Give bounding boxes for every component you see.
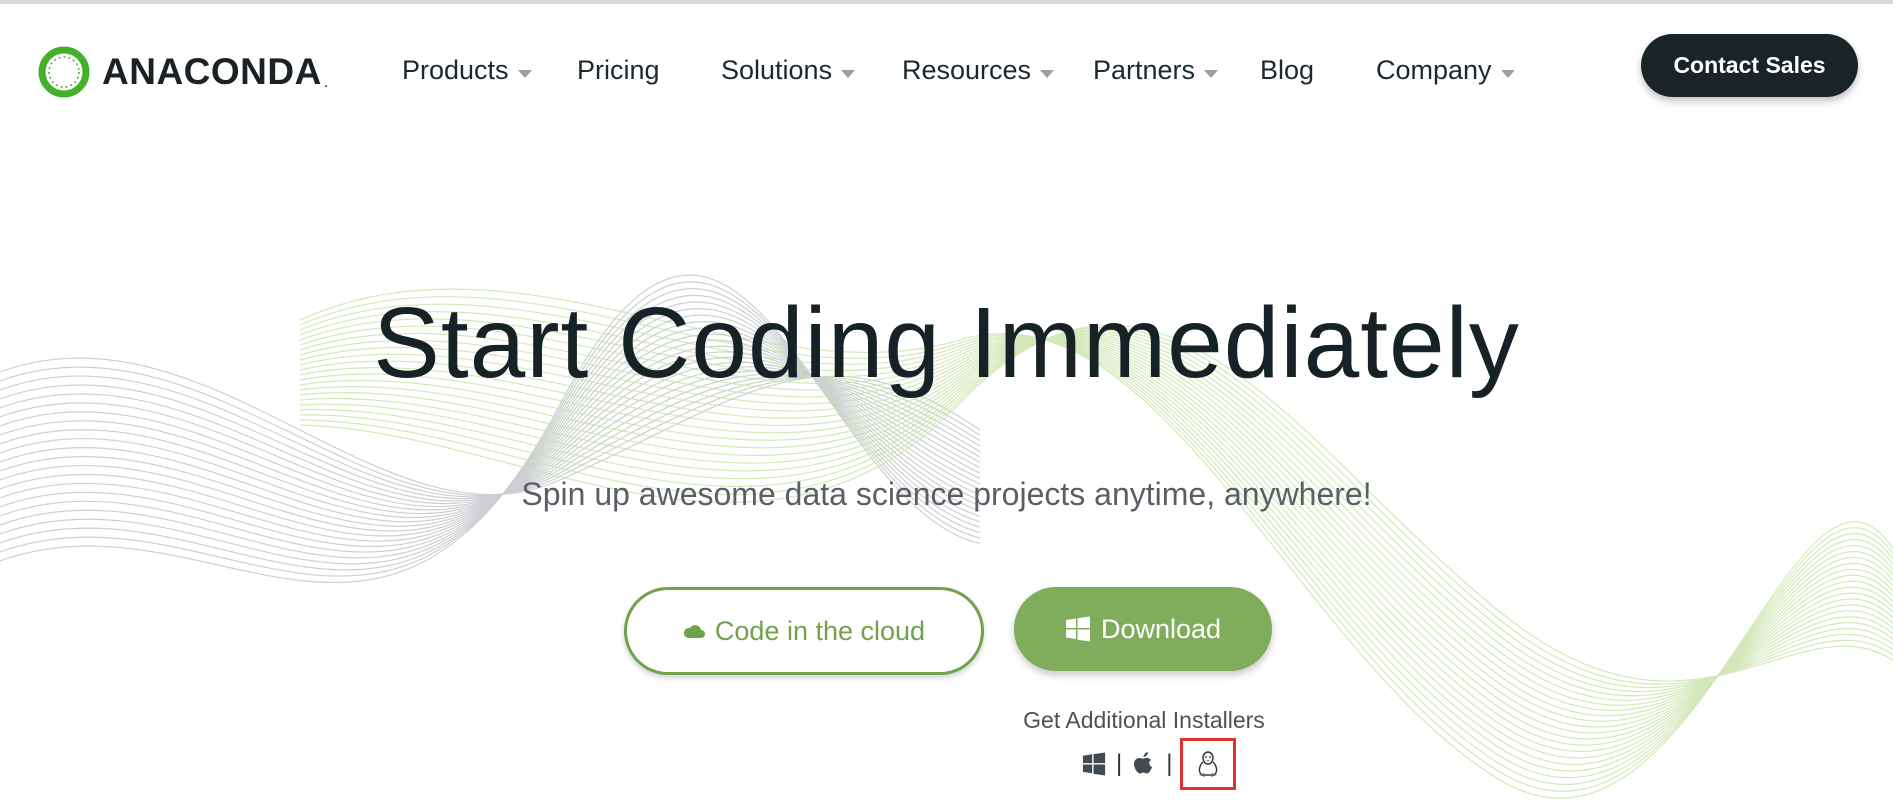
nav-partners[interactable]: Partners bbox=[1093, 48, 1219, 92]
chevron-down-icon bbox=[1500, 70, 1515, 78]
windows-installer-link[interactable] bbox=[1080, 750, 1108, 778]
code-in-cloud-label: Code in the cloud bbox=[714, 615, 926, 646]
nav-solutions-label: Solutions bbox=[721, 54, 833, 85]
chevron-down-icon bbox=[1204, 70, 1219, 78]
additional-installers-label: Get Additional Installers bbox=[1023, 707, 1265, 733]
chevron-down-icon bbox=[1040, 70, 1055, 78]
chevron-down-icon bbox=[517, 70, 532, 78]
anaconda-logo[interactable]: ANACONDA . bbox=[36, 42, 328, 102]
nav-resources[interactable]: Resources bbox=[902, 48, 1055, 92]
hero-subtitle: Spin up awesome data science projects an… bbox=[521, 476, 1372, 512]
nav-resources-label: Resources bbox=[902, 54, 1032, 85]
nav-pricing[interactable]: Pricing bbox=[577, 48, 660, 92]
nav-blog-label: Blog bbox=[1260, 54, 1315, 85]
cloud-icon bbox=[683, 625, 705, 638]
chevron-down-icon bbox=[841, 70, 856, 78]
linux-installer-link[interactable] bbox=[1180, 738, 1237, 790]
site-header: ANACONDA . Products Pricing Solutions Re… bbox=[0, 4, 1893, 128]
download-label: Download bbox=[1100, 613, 1222, 644]
separator: | bbox=[1166, 750, 1173, 777]
nav-blog[interactable]: Blog bbox=[1260, 48, 1314, 92]
code-in-cloud-button[interactable]: Code in the cloud bbox=[624, 587, 984, 675]
hero-title: Start Coding Immediately bbox=[373, 287, 1520, 399]
apple-icon bbox=[1134, 752, 1153, 774]
nav-company[interactable]: Company bbox=[1376, 48, 1516, 92]
nav-pricing-label: Pricing bbox=[577, 54, 660, 85]
nav-partners-label: Partners bbox=[1093, 54, 1196, 85]
brand-name: ANACONDA bbox=[102, 51, 322, 92]
contact-sales-button[interactable]: Contact Sales bbox=[1641, 34, 1858, 97]
additional-installers: | | bbox=[1080, 738, 1237, 790]
brand-mark: . bbox=[323, 74, 329, 91]
nav-company-label: Company bbox=[1376, 54, 1492, 85]
windows-icon bbox=[1082, 752, 1106, 776]
macos-installer-link[interactable] bbox=[1130, 750, 1158, 778]
nav-products-label: Products bbox=[402, 54, 509, 85]
separator: | bbox=[1116, 750, 1123, 777]
download-button[interactable]: Download bbox=[1014, 587, 1272, 671]
linux-icon bbox=[1199, 751, 1218, 777]
anaconda-ring-icon bbox=[38, 46, 90, 98]
windows-icon bbox=[1065, 616, 1090, 642]
nav-solutions[interactable]: Solutions bbox=[721, 48, 856, 92]
nav-products[interactable]: Products bbox=[402, 48, 533, 92]
